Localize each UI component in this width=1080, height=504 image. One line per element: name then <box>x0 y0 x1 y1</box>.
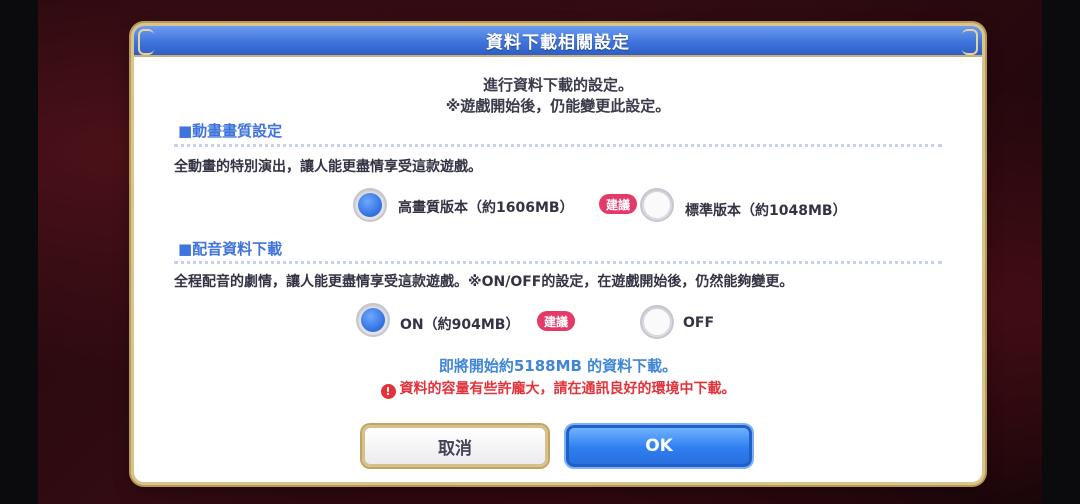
option-standard-quality-label[interactable]: 標準版本（約1048MB） <box>685 200 847 220</box>
dialog-intro: 進行資料下載的設定。 ※遊戲開始後，仍能變更此設定。 <box>134 75 982 117</box>
radio-standard-quality[interactable] <box>640 188 674 222</box>
download-total-text: 即將開始約5188MB 的資料下載。 <box>438 357 678 375</box>
radio-empty-circle <box>643 308 671 336</box>
intro-line-2: ※遊戲開始後，仍能變更此設定。 <box>445 97 671 115</box>
radio-selected-dot <box>358 193 382 217</box>
warning-icon: ! <box>380 384 396 399</box>
option-high-quality-label[interactable]: 高畫質版本（約1606MB） <box>398 197 574 217</box>
download-warning: ! 資料的容量有些許龐大，請在通訊良好的環境中下載。 <box>134 378 982 399</box>
radio-high-quality[interactable] <box>353 188 387 222</box>
option-voice-on-label[interactable]: ON（約904MB） <box>400 314 519 334</box>
screen-bezel-right <box>1042 0 1080 504</box>
animation-quality-description: 全動畫的特別演出，讓人能更盡情享受這款遊戲。 <box>174 159 482 175</box>
cancel-button[interactable]: 取消 <box>362 425 548 467</box>
voice-download-heading: ■配音資料下載 <box>178 238 282 259</box>
recommended-badge: 建議 <box>599 194 638 214</box>
download-settings-dialog: 資料下載相關設定 進行資料下載的設定。 ※遊戲開始後，仍能變更此設定。 ■動畫畫… <box>134 26 982 482</box>
radio-empty-circle <box>643 191 671 219</box>
voice-download-heading-text: ■配音資料下載 <box>178 240 283 258</box>
animation-quality-heading: ■動畫畫質設定 <box>178 120 282 141</box>
section-divider <box>174 144 942 147</box>
radio-voice-on[interactable] <box>356 303 390 337</box>
radio-selected-dot <box>361 308 385 332</box>
download-warning-text: 資料的容量有些許龐大，請在通訊良好的環境中下載。 <box>399 381 736 397</box>
intro-line-1: 進行資料下載的設定。 <box>482 76 633 94</box>
recommended-badge: 建議 <box>537 311 576 331</box>
section-divider <box>174 261 942 264</box>
dialog-titlebar: 資料下載相關設定 <box>134 26 982 57</box>
ok-button[interactable]: OK <box>566 425 752 467</box>
radio-voice-off[interactable] <box>640 305 674 339</box>
option-voice-off-label[interactable]: OFF <box>683 315 714 331</box>
dialog-title: 資料下載相關設定 <box>486 33 630 53</box>
animation-quality-heading-text: ■動畫畫質設定 <box>178 122 283 140</box>
voice-download-description: 全程配音的劇情，讓人能更盡情享受這款遊戲。※ON/OFF的設定，在遊戲開始後，仍… <box>174 274 794 290</box>
screen-bezel-left <box>0 0 38 504</box>
